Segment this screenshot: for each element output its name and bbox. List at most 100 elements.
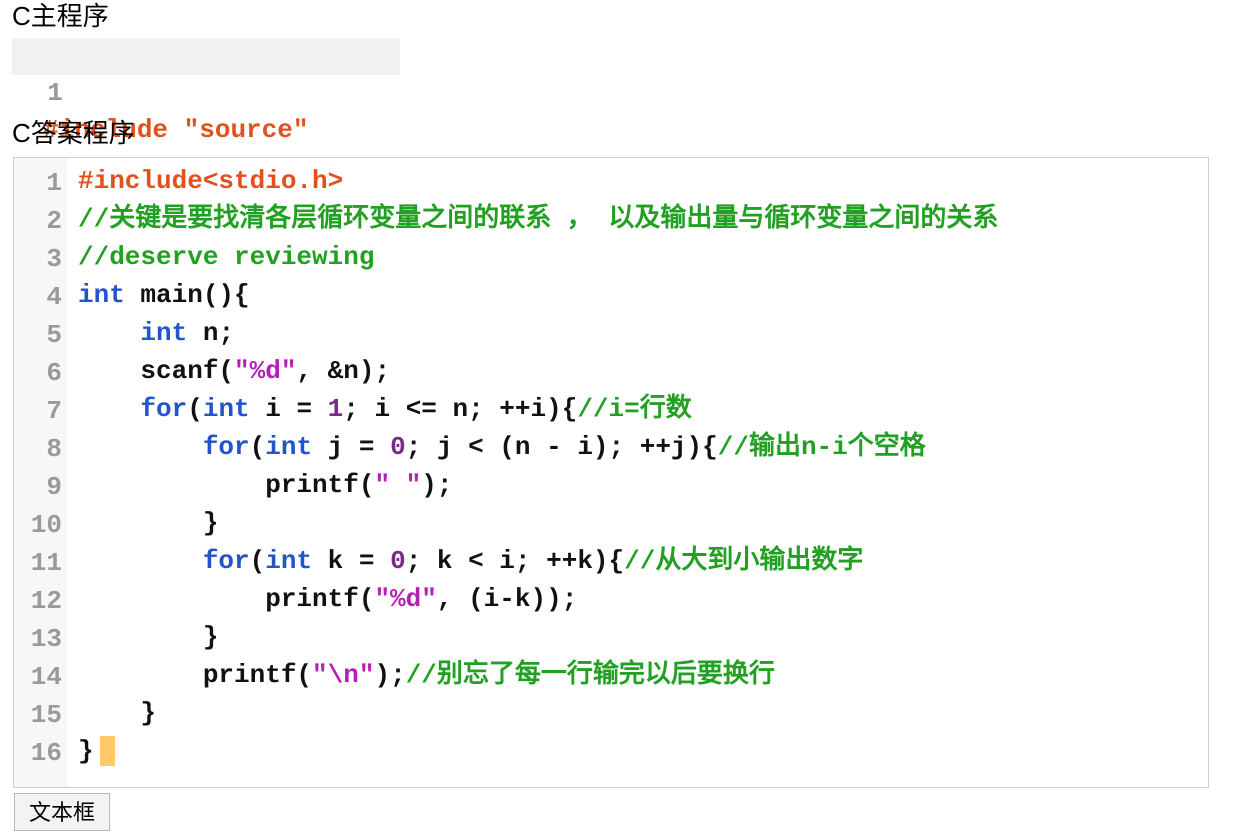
line-number: 1 xyxy=(46,168,62,198)
code-token: //i=行数 xyxy=(577,394,692,424)
code-token: " " xyxy=(374,470,422,500)
line-number: 12 xyxy=(30,586,62,616)
line-content: } xyxy=(78,504,219,542)
line-content: scanf("%d", &n); xyxy=(78,352,390,390)
code-token: ; j < (n - i); ++j){ xyxy=(405,432,718,462)
code-token: j = xyxy=(312,432,391,462)
code-line: 14 printf("\n");//别忘了每一行输完以后要换行 xyxy=(14,656,775,694)
code-token: n; xyxy=(187,318,235,348)
code-line: 6 scanf("%d", &n); xyxy=(14,352,390,390)
line-number: 15 xyxy=(30,700,62,730)
line-number: 5 xyxy=(46,320,62,350)
code-token: for xyxy=(140,394,188,424)
line-number: 6 xyxy=(46,358,62,388)
main-program-title: C主程序 xyxy=(12,1,109,31)
line-content: int n; xyxy=(78,314,234,352)
code-editor[interactable]: 1 #include<stdio.h> 2 //关键是要找清各层循环变量之间的联系 ，… xyxy=(13,157,1209,788)
main-program-code[interactable]: 1 #include "source" xyxy=(12,38,400,145)
code-token: ( xyxy=(187,394,203,424)
code-token: 0 xyxy=(390,546,406,576)
line-content: //deserve reviewing xyxy=(78,238,374,276)
code-line: 9 printf(" "); xyxy=(14,466,452,504)
code-line: 16} xyxy=(14,732,115,770)
line-number: 13 xyxy=(30,624,62,654)
text-cursor xyxy=(99,736,115,767)
code-line: 11 for(int k = 0; k < i; ++k){//从大到小输出数字 xyxy=(14,542,864,580)
code-token: //别忘了每一行输完以后要换行 xyxy=(405,660,775,690)
code-line: 15 } xyxy=(14,694,156,732)
code-token: "%d" xyxy=(234,356,297,386)
line-content: printf("\n");//别忘了每一行输完以后要换行 xyxy=(78,656,775,694)
code-token: printf( xyxy=(78,584,375,614)
code-line: 8 for(int j = 0; j < (n - i); ++j){//输出n… xyxy=(14,428,925,466)
code-token: ( xyxy=(249,546,266,576)
line-content: #include<stdio.h> xyxy=(78,162,343,200)
code-token: } xyxy=(78,736,94,766)
code-token: 1 xyxy=(327,394,344,424)
code-token: ); xyxy=(374,660,406,690)
answer-program-title: C答案程序 xyxy=(12,118,135,148)
main-program-line-number: 1 xyxy=(47,78,63,108)
code-token: ; k < i; ++k){ xyxy=(405,546,625,576)
code-token: 0 xyxy=(390,432,406,462)
code-token: } xyxy=(78,622,219,652)
code-token: //从大到小输出数字 xyxy=(624,546,864,576)
code-token: ( xyxy=(249,432,266,462)
code-token: } xyxy=(78,508,219,538)
code-line: 12 printf("%d", (i-k)); xyxy=(14,580,578,618)
code-token: //输出n-i个空格 xyxy=(717,432,926,462)
code-line: 10 } xyxy=(14,504,219,542)
line-content: int main(){ xyxy=(78,276,250,314)
code-token: for xyxy=(202,546,250,576)
line-number: 4 xyxy=(46,282,62,312)
line-content: } xyxy=(78,618,219,656)
line-content: printf("%d", (i-k)); xyxy=(78,580,577,618)
code-token: scanf( xyxy=(78,356,235,386)
line-number: 16 xyxy=(30,738,62,768)
code-token: int xyxy=(265,432,313,462)
code-token: } xyxy=(78,698,157,728)
line-content: } xyxy=(78,694,156,732)
line-content: for(int i = 1; i <= n; ++i){//i=行数 xyxy=(78,390,692,428)
code-line: 4 int main(){ xyxy=(14,276,249,314)
line-number: 10 xyxy=(30,510,62,540)
code-token: "%d" xyxy=(374,584,437,614)
code-token: int xyxy=(202,394,250,424)
code-token: for xyxy=(202,432,250,462)
line-content: for(int j = 0; j < (n - i); ++j){//输出n-i… xyxy=(78,428,926,466)
code-token: main(){ xyxy=(124,280,250,310)
code-token: //关键是要找清各层循环变量之间的联系 ， 以及输出量与循环变量之间的关系 xyxy=(78,204,999,234)
code-line: 13 } xyxy=(14,618,219,656)
code-token: i = xyxy=(249,394,328,424)
code-token: int xyxy=(78,280,125,310)
code-token: int xyxy=(140,318,188,348)
line-content: for(int k = 0; k < i; ++k){//从大到小输出数字 xyxy=(78,542,864,580)
line-number: 2 xyxy=(46,206,62,236)
code-token: //deserve reviewing xyxy=(78,242,375,272)
line-content: //关键是要找清各层循环变量之间的联系 ， 以及输出量与循环变量之间的关系 xyxy=(78,200,998,238)
code-token: ; i <= n; ++i){ xyxy=(343,394,578,424)
line-number: 3 xyxy=(46,244,62,274)
code-token: , &n); xyxy=(296,356,391,386)
code-token: int xyxy=(265,546,313,576)
code-token: k = xyxy=(312,546,391,576)
code-line: 3 //deserve reviewing xyxy=(14,238,374,276)
code-token: printf( xyxy=(78,470,375,500)
line-content: } xyxy=(78,732,115,770)
textbox-button[interactable]: 文本框 xyxy=(14,793,111,831)
code-token: "\n" xyxy=(312,660,375,690)
line-number: 11 xyxy=(30,548,62,578)
line-number: 8 xyxy=(46,434,62,464)
line-number: 14 xyxy=(30,662,62,692)
line-number: 9 xyxy=(46,472,62,502)
code-line: 1 #include<stdio.h> xyxy=(14,162,343,200)
code-token: , (i-k)); xyxy=(436,584,578,614)
line-content: printf(" "); xyxy=(78,466,452,504)
code-line: 2 //关键是要找清各层循环变量之间的联系 ， 以及输出量与循环变量之间的关系 xyxy=(14,200,998,238)
code-line: 5 int n; xyxy=(14,314,234,352)
code-token: #include<stdio.h> xyxy=(78,166,344,196)
